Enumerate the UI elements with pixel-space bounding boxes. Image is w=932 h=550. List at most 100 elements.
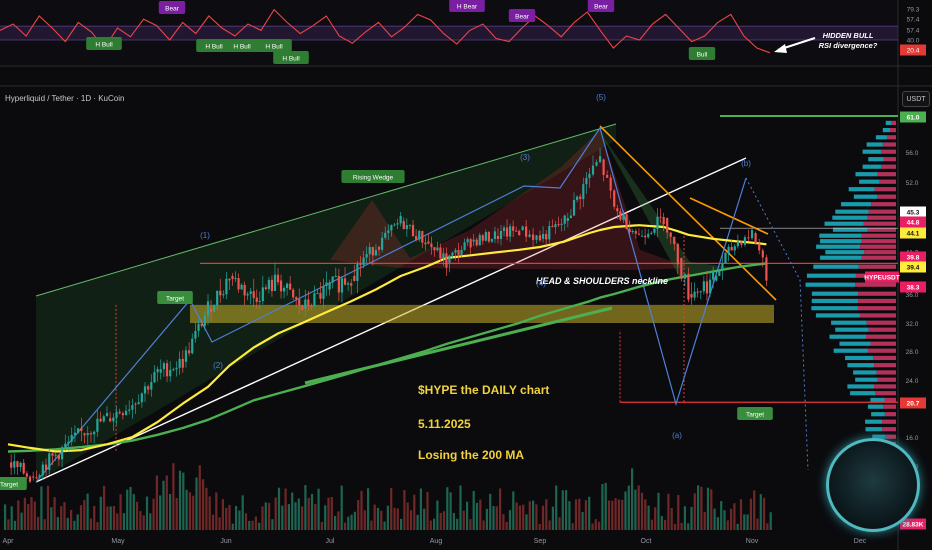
candle-body <box>647 233 650 238</box>
currency-selector[interactable]: USDT <box>902 91 930 107</box>
candle-body <box>469 239 472 248</box>
candle-body <box>411 224 415 237</box>
volume-bar <box>225 507 228 530</box>
volume-bar <box>528 501 531 530</box>
candle-body <box>548 226 551 240</box>
volume-bar <box>710 489 713 530</box>
volume-bar <box>73 520 76 530</box>
volume-bar <box>211 514 215 530</box>
volume-bar <box>129 486 132 530</box>
volume-bar <box>409 510 413 530</box>
candle-body <box>159 369 162 373</box>
volume-bar <box>766 523 769 530</box>
volume-bar <box>611 500 614 530</box>
volume-bar <box>376 507 380 530</box>
volume-bar <box>525 514 528 530</box>
volume-bar <box>380 510 383 530</box>
candle-body <box>102 416 105 422</box>
volume-bar <box>86 493 89 530</box>
candle-body <box>175 367 178 370</box>
volume-bar <box>400 518 403 530</box>
volume-profile-bar <box>877 194 896 199</box>
volume-bar <box>106 506 109 530</box>
rsi-signal-badge: H Bull <box>224 39 260 52</box>
volume-profile-bar <box>865 427 883 432</box>
volume-bar <box>555 485 558 530</box>
volume-bar <box>687 523 690 530</box>
volume-profile-bar <box>853 194 878 199</box>
candle-body <box>765 257 768 281</box>
brand-logo-icon <box>826 438 920 532</box>
volume-bar <box>195 477 198 530</box>
volume-profile-bar <box>831 320 867 325</box>
rsi-tick: 40.0 <box>907 38 920 45</box>
candle-body <box>415 236 418 240</box>
candle-body <box>680 258 683 279</box>
rsi-tick: 57.4 <box>907 17 920 24</box>
candle-body <box>687 273 690 300</box>
candle-body <box>51 453 54 456</box>
volume-bar <box>89 518 92 530</box>
candle-body <box>134 403 137 405</box>
candle-body <box>279 280 283 292</box>
candle-body <box>276 274 280 283</box>
candle-body <box>191 338 194 354</box>
candle-body <box>566 218 569 221</box>
candle-body <box>310 305 313 307</box>
volume-profile-bar <box>847 384 875 389</box>
volume-bar <box>109 506 112 530</box>
volume-bar <box>241 495 244 530</box>
candle-body <box>640 235 644 237</box>
volume-profile-bar <box>855 282 896 287</box>
volume-bar <box>343 522 347 530</box>
candle-body <box>334 275 337 277</box>
candle-body <box>736 241 739 247</box>
candle-body <box>515 230 518 232</box>
volume-bar <box>502 514 505 530</box>
volume-profile-bar <box>861 233 896 238</box>
rsi-tick: 79.3 <box>907 7 920 14</box>
candle-body <box>628 229 631 233</box>
rsi-note-line2: RSI divergence? <box>819 41 878 50</box>
volume-bar <box>548 520 551 530</box>
candle-body <box>747 237 750 239</box>
volume-bar <box>436 500 439 530</box>
candle-body <box>424 242 427 245</box>
x-tick-label: Jun <box>220 538 231 545</box>
volume-bar <box>433 518 436 530</box>
volume-bar <box>172 463 175 530</box>
volume-profile-bar <box>884 397 896 403</box>
volume-bar <box>515 502 518 530</box>
candle-body <box>690 294 693 298</box>
volume-bar <box>96 522 99 530</box>
volume-bar <box>591 523 594 530</box>
candle-body <box>518 231 521 236</box>
candle-body <box>313 293 316 307</box>
wave-2-label: (2) <box>213 361 223 370</box>
volume-bar <box>749 498 752 530</box>
candle-body <box>387 230 390 233</box>
volume-bar <box>538 523 541 530</box>
volume-bar <box>268 502 271 530</box>
candle-body <box>405 225 408 230</box>
candle-body <box>350 283 353 286</box>
volume-bar <box>657 492 660 530</box>
volume-bar <box>469 519 472 530</box>
volume-profile-bar <box>855 172 878 177</box>
volume-bar <box>485 508 488 530</box>
volume-bar <box>126 489 129 530</box>
volume-bar <box>759 494 762 530</box>
candle-body <box>165 363 169 377</box>
volume-profile-bar <box>813 264 859 269</box>
candle-body <box>505 227 509 237</box>
volume-bar <box>145 496 149 530</box>
candle-body <box>25 473 28 477</box>
candle-body <box>219 290 222 296</box>
support-zone <box>190 304 774 323</box>
volume-bar <box>532 500 535 530</box>
x-tick-label: Nov <box>746 538 759 545</box>
candle-body <box>240 284 243 290</box>
price-tag: 39.4 <box>900 261 926 273</box>
price-tag-label: 28.83K <box>903 522 924 529</box>
candle-body <box>554 224 557 228</box>
